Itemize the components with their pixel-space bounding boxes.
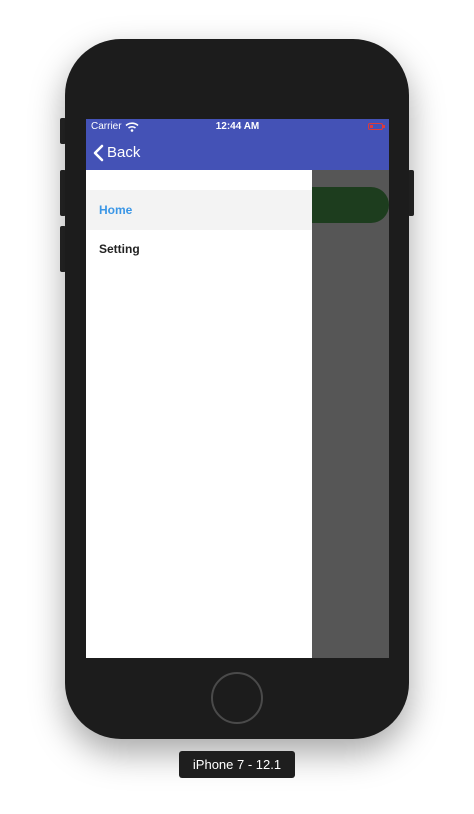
device-screen: Carrier 12:44 AM Back Home Setting xyxy=(86,119,389,658)
drawer-item-home[interactable]: Home xyxy=(86,190,312,230)
status-bar: Carrier 12:44 AM xyxy=(86,119,389,135)
home-button[interactable] xyxy=(211,672,263,724)
status-time: 12:44 AM xyxy=(215,121,260,132)
side-drawer: Home Setting xyxy=(86,170,312,658)
chevron-left-icon xyxy=(93,144,104,161)
navigation-bar: Back xyxy=(86,135,389,170)
battery-low-icon xyxy=(368,123,385,130)
drawer-item-label: Home xyxy=(99,203,133,217)
back-button[interactable]: Back xyxy=(92,135,140,170)
drawer-item-label: Setting xyxy=(99,242,140,256)
back-label: Back xyxy=(107,144,141,161)
device-label: iPhone 7 - 12.1 xyxy=(179,751,295,778)
drawer-item-setting[interactable]: Setting xyxy=(86,229,312,269)
